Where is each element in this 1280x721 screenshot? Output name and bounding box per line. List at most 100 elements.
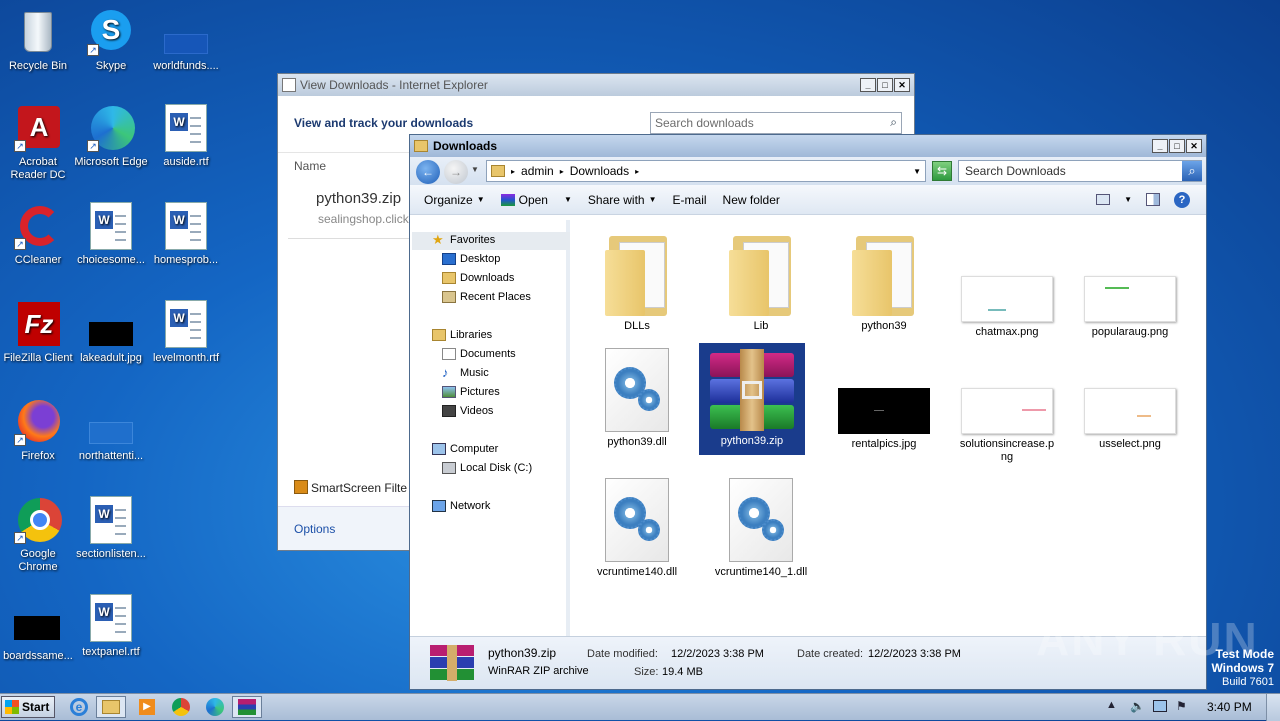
options-link[interactable]: Options (294, 522, 335, 536)
minimize-button[interactable]: _ (1152, 139, 1168, 153)
file-item-popularaug[interactable]: popularaug.png (1075, 276, 1185, 339)
chevron-right-icon[interactable]: ▸ (511, 167, 515, 176)
breadcrumb-downloads[interactable]: Downloads (570, 164, 629, 178)
show-desktop-button[interactable] (1266, 694, 1280, 721)
chevron-down-icon: ▼ (476, 195, 485, 204)
close-button[interactable]: ✕ (894, 78, 910, 92)
desktop-icon-northattenti[interactable]: northattenti... (73, 398, 149, 463)
search-icon[interactable]: ⌕ (1182, 161, 1202, 181)
nav-pictures[interactable]: Pictures (442, 386, 500, 398)
ie-download-source: sealingshop.click (318, 212, 409, 226)
forward-arrow-icon[interactable]: → (444, 160, 468, 184)
desktop-icon-ccleaner[interactable]: ↗ CCleaner (0, 202, 76, 267)
desktop-icon-sectionlisten[interactable]: W sectionlisten... (73, 496, 149, 561)
maximize-button[interactable]: □ (1169, 139, 1185, 153)
recent-pages-dropdown-icon[interactable]: ▼ (471, 165, 479, 174)
desktop-icon-homesprob[interactable]: W homesprob... (148, 202, 224, 267)
show-hidden-icons[interactable]: ▲ (1106, 699, 1117, 711)
file-item-vcruntime140-1[interactable]: vcruntime140_1.dll (706, 478, 816, 579)
maximize-button[interactable]: □ (877, 78, 893, 92)
action-center-flag-icon[interactable]: ⚑ (1176, 699, 1187, 713)
file-item-solutionsincrease[interactable]: solutionsincrease.png (952, 388, 1062, 464)
taskbar-explorer-icon[interactable] (96, 696, 126, 718)
open-button[interactable]: Open ▼ (500, 193, 572, 207)
share-with-button[interactable]: Share with ▼ (588, 193, 657, 207)
chevron-right-icon[interactable]: ▸ (635, 167, 639, 176)
nav-computer[interactable]: Computer (432, 443, 498, 455)
desktop-icon-lakeadult[interactable]: lakeadult.jpg (73, 300, 149, 365)
desktop-icon-boardssame[interactable]: boardssame... (0, 598, 76, 663)
desktop-icon-skype[interactable]: S ↗ Skype (73, 8, 149, 73)
network-icon (432, 500, 446, 512)
chevron-down-icon[interactable]: ▼ (913, 167, 921, 176)
navigation-pane: ★ Favorites Desktop Downloads Recent Plac… (410, 220, 570, 636)
ie-search-input[interactable]: Search downloads ⌕ (650, 112, 902, 134)
ie-title: View Downloads - Internet Explorer (300, 78, 488, 92)
smartscreen-link[interactable]: SmartScreen Filte (294, 480, 407, 495)
preview-pane-icon[interactable] (1146, 193, 1160, 206)
image-thumbnail (1084, 388, 1176, 434)
taskbar-media-player-icon[interactable]: ▶ (132, 696, 162, 718)
details-created-label: Date created: (797, 648, 864, 660)
nav-local-disk[interactable]: Local Disk (C:) (442, 462, 532, 474)
desktop-icon-textpanel[interactable]: W textpanel.rtf (73, 594, 149, 659)
file-item-rentalpics[interactable]: rentalpics.jpg (829, 388, 939, 451)
refresh-icon[interactable]: ⇆ (932, 161, 952, 181)
chevron-right-icon[interactable]: ▸ (560, 167, 564, 176)
taskbar-chrome-icon[interactable] (166, 696, 196, 718)
nav-documents[interactable]: Documents (442, 348, 516, 360)
chevron-down-icon[interactable]: ▼ (1124, 195, 1132, 204)
nav-libraries[interactable]: Libraries (432, 329, 492, 341)
desktop-icon-levelmonth[interactable]: W levelmonth.rtf (148, 300, 224, 365)
desktop-icon-chrome[interactable]: ↗ Google Chrome (0, 496, 76, 574)
view-options-icon[interactable] (1096, 194, 1111, 205)
file-item-python39-folder[interactable]: python39 (829, 230, 939, 333)
back-arrow-icon[interactable]: ← (416, 160, 440, 184)
nav-music[interactable]: ♪ Music (442, 366, 489, 379)
ie-download-name[interactable]: python39.zip (316, 190, 401, 207)
desktop-icon-edge[interactable]: ↗ Microsoft Edge (73, 104, 149, 169)
email-button[interactable]: E-mail (673, 193, 707, 207)
address-bar[interactable]: ▸ admin ▸ Downloads ▸ ▼ (486, 160, 926, 182)
explorer-titlebar[interactable]: Downloads _ □ ✕ (410, 135, 1206, 157)
explorer-search-input[interactable]: Search Downloads (958, 160, 1202, 182)
file-item-dlls[interactable]: DLLs (582, 230, 692, 333)
ie-titlebar[interactable]: View Downloads - Internet Explorer _ □ ✕ (278, 74, 914, 96)
close-button[interactable]: ✕ (1186, 139, 1202, 153)
help-icon[interactable]: ? (1174, 191, 1190, 208)
minimize-button[interactable]: _ (860, 78, 876, 92)
file-item-vcruntime140[interactable]: vcruntime140.dll (582, 478, 692, 579)
file-item-python39-dll[interactable]: python39.dll (582, 348, 692, 449)
nav-favorites[interactable]: ★ Favorites (432, 233, 495, 246)
taskbar-edge-icon[interactable] (200, 696, 230, 718)
nav-recent-places[interactable]: Recent Places (442, 291, 531, 303)
nav-desktop[interactable]: Desktop (442, 253, 500, 265)
desktop-icon-auside[interactable]: W auside.rtf (148, 104, 224, 169)
start-button[interactable]: Start (1, 696, 55, 718)
nav-network[interactable]: Network (432, 500, 490, 512)
desktop-icon-filezilla[interactable]: Fz FileZilla Client (0, 300, 76, 365)
file-item-usselect[interactable]: usselect.png (1075, 388, 1185, 451)
volume-icon[interactable]: 🔈 (1130, 699, 1145, 713)
organize-button[interactable]: Organize ▼ (424, 193, 485, 207)
folder-icon (414, 140, 428, 152)
search-icon[interactable]: ⌕ (890, 115, 897, 130)
desktop-icon-acrobat[interactable]: A ↗ Acrobat Reader DC (0, 104, 76, 182)
nav-videos[interactable]: Videos (442, 405, 493, 417)
file-item-lib[interactable]: Lib (706, 230, 816, 333)
clock[interactable]: 3:40 PM (1207, 700, 1252, 714)
skype-icon: S ↗ (87, 8, 135, 56)
file-list: DLLs Lib python39 chatmax.png popularaug… (572, 220, 1206, 636)
taskbar-ie-icon[interactable]: e (64, 696, 94, 718)
desktop-icon-firefox[interactable]: ↗ Firefox (0, 398, 76, 463)
desktop-icon-recycle-bin[interactable]: Recycle Bin (0, 8, 76, 73)
file-item-chatmax[interactable]: chatmax.png (952, 276, 1062, 339)
new-folder-button[interactable]: New folder (723, 193, 780, 207)
breadcrumb-admin[interactable]: admin (521, 164, 554, 178)
network-status-icon[interactable] (1153, 700, 1167, 712)
taskbar-winrar-icon[interactable] (232, 696, 262, 718)
file-item-python39-zip[interactable]: python39.zip (699, 343, 805, 455)
desktop-icon-choicesome[interactable]: W choicesome... (73, 202, 149, 267)
nav-downloads[interactable]: Downloads (442, 272, 514, 284)
desktop-icon-worldfunds[interactable]: worldfunds.... (148, 8, 224, 73)
